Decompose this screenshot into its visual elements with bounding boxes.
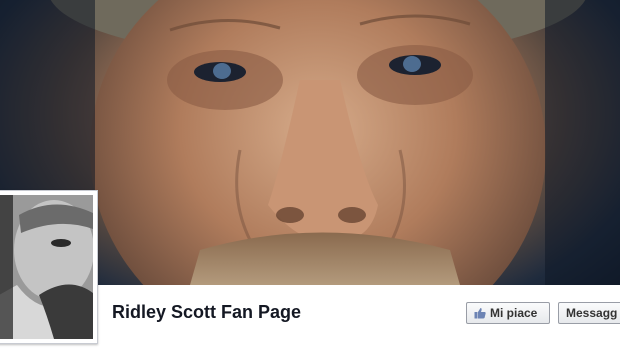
like-button-label: Mi piace [490, 306, 538, 320]
profile-portrait-illustration [0, 195, 93, 339]
profile-photo [0, 195, 93, 339]
like-button[interactable]: Mi piace [466, 302, 550, 324]
message-button-label: Messagg [566, 306, 618, 320]
page-title[interactable]: Ridley Scott Fan Page [112, 302, 301, 323]
message-button[interactable]: Messagg [558, 302, 620, 324]
profile-picture[interactable] [0, 190, 98, 344]
thumbs-up-icon [474, 308, 486, 319]
